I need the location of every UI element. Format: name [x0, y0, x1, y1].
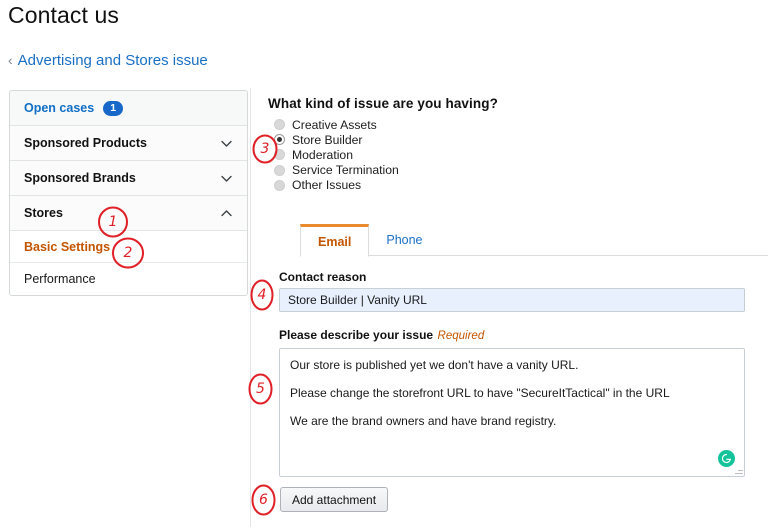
annotation-label: 5 — [256, 381, 265, 397]
sidebar-item-sponsored-products[interactable]: Sponsored Products — [10, 126, 247, 161]
textarea-resize-handle[interactable] — [733, 465, 744, 476]
sidebar-subitem-basic-settings[interactable]: Basic Settings — [10, 231, 247, 263]
radio-option-service-termination[interactable]: Service Termination — [274, 163, 754, 178]
radio-button-icon[interactable] — [274, 179, 285, 191]
textarea-line: We are the brand owners and have brand r… — [290, 414, 557, 429]
tab-email[interactable]: Email — [300, 224, 370, 257]
describe-issue-label: Please describe your issue — [279, 328, 434, 342]
sidebar-item-label: Sponsored Brands — [24, 171, 136, 185]
radio-option-creative-assets[interactable]: Creative Assets — [274, 117, 754, 132]
tab-list: Email Phone — [300, 223, 440, 257]
radio-option-label: Creative Assets — [292, 117, 377, 132]
issue-question-title: What kind of issue are you having? — [268, 96, 498, 111]
radio-button-icon[interactable] — [274, 119, 285, 131]
chevron-down-icon — [220, 137, 233, 150]
tab-label: Phone — [386, 232, 423, 247]
sidebar-item-open-cases[interactable]: Open cases 1 — [10, 91, 247, 126]
chevron-up-icon — [220, 207, 233, 220]
add-attachment-label: Add attachment — [292, 492, 377, 507]
open-cases-count-badge: 1 — [103, 100, 124, 116]
required-indicator: Required — [437, 330, 485, 342]
issue-type-radio-group: Creative Assets Store Builder Moderation… — [274, 117, 754, 193]
issue-type-section: What kind of issue are you having? Creat… — [268, 96, 754, 193]
radio-option-store-builder[interactable]: Store Builder — [274, 132, 754, 147]
sidebar-item-stores[interactable]: Stores — [10, 196, 247, 231]
radio-button-icon[interactable] — [274, 164, 285, 176]
contact-reason-value: Store Builder | Vanity URL — [288, 293, 427, 307]
tab-label: Email — [318, 234, 352, 249]
sidebar-subitem-label: Performance — [24, 272, 96, 286]
describe-issue-textarea[interactable]: Our store is published yet we don't have… — [279, 348, 745, 477]
contact-reason-label: Contact reason — [279, 270, 367, 284]
sidebar-subitem-performance[interactable]: Performance — [10, 263, 247, 295]
content-vertical-divider — [250, 88, 251, 527]
add-attachment-button[interactable]: Add attachment — [280, 487, 389, 512]
radio-option-label: Other Issues — [292, 178, 362, 193]
sidebar: Open cases 1 Sponsored Products Sponsore… — [9, 90, 248, 296]
tab-phone[interactable]: Phone — [369, 223, 439, 256]
contact-form: Contact reason Store Builder | Vanity UR… — [279, 270, 745, 477]
sidebar-item-sponsored-brands[interactable]: Sponsored Brands — [10, 161, 247, 196]
radio-button-selected-icon[interactable] — [274, 134, 285, 146]
radio-button-icon[interactable] — [274, 149, 285, 161]
breadcrumb-label: Advertising and Stores issue — [17, 52, 208, 69]
annotation-marker-6: 6 — [250, 484, 277, 516]
radio-option-other-issues[interactable]: Other Issues — [274, 178, 754, 193]
sidebar-open-cases-label: Open cases — [24, 101, 95, 115]
breadcrumb-back-link[interactable]: ‹ Advertising and Stores issue — [8, 52, 208, 69]
page-title: Contact us — [8, 2, 119, 28]
textarea-line: Please change the storefront URL to have… — [290, 386, 670, 401]
sidebar-item-label: Sponsored Products — [24, 136, 147, 150]
annotation-label: 4 — [257, 287, 267, 303]
annotation-marker-5: 5 — [247, 373, 274, 405]
radio-option-label: Service Termination — [292, 163, 399, 178]
sidebar-subitem-label: Basic Settings — [24, 239, 111, 254]
radio-option-label: Store Builder — [292, 132, 363, 147]
contact-reason-select[interactable]: Store Builder | Vanity URL — [279, 288, 745, 312]
chevron-down-icon — [220, 172, 233, 185]
annotation-label: 6 — [259, 492, 268, 508]
describe-issue-label-wrap: Please describe your issue Required — [279, 326, 745, 344]
radio-option-label: Moderation — [292, 147, 353, 162]
chevron-left-icon: ‹ — [8, 51, 13, 68]
contact-method-tabs: Email Phone — [268, 222, 768, 257]
contact-us-page: Contact us ‹ Advertising and Stores issu… — [0, 0, 768, 527]
annotation-marker-4: 4 — [249, 279, 275, 311]
textarea-line: Our store is published yet we don't have… — [290, 358, 579, 372]
sidebar-item-label: Stores — [24, 206, 63, 220]
radio-option-moderation[interactable]: Moderation — [274, 147, 754, 162]
